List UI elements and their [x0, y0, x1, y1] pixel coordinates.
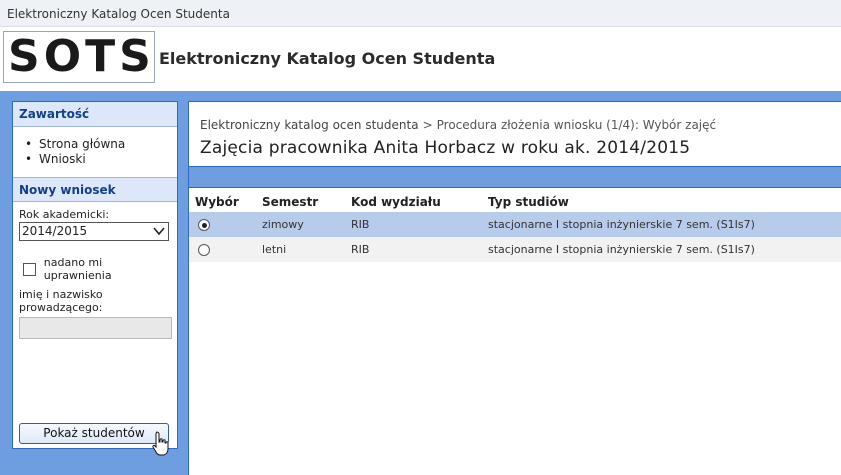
sidebar-heading-new-request: Nowy wniosek — [13, 177, 177, 202]
show-students-button[interactable]: Pokaż studentów — [19, 423, 169, 444]
semester-cell: letni — [262, 237, 351, 262]
academic-year-label: Rok akademicki: — [19, 208, 110, 221]
classes-table: Wybór Semestr Kod wydziału Typ studiów z… — [189, 188, 841, 262]
study-type-cell: stacjonarne I stopnia inżynierskie 7 sem… — [488, 237, 841, 262]
instructor-name-input[interactable] — [19, 317, 172, 339]
sidebar-item-home[interactable]: • Strona główna — [25, 137, 177, 152]
title-panel: Elektroniczny katalog ocen studenta > Proc… — [189, 101, 841, 167]
app-title: Elektroniczny Katalog Ocen Studenta — [159, 49, 496, 68]
bullet-icon: • — [25, 137, 33, 151]
permission-row: nadano mi uprawnienia — [19, 256, 171, 282]
column-header-study-type: Typ studiów — [488, 195, 569, 209]
classes-table-panel: Wybór Semestr Kod wydziału Typ studiów z… — [189, 187, 841, 475]
window-title: Elektroniczny Katalog Ocen Studenta — [7, 7, 230, 21]
bullet-icon: • — [25, 152, 33, 166]
select-cell — [189, 237, 262, 262]
row-radio-button[interactable] — [198, 243, 210, 256]
select-cell — [189, 212, 262, 237]
study-type-cell: stacjonarne I stopnia inżynierskie 7 sem… — [488, 212, 841, 237]
semester-cell: zimowy — [262, 212, 351, 237]
column-header-semester: Semestr — [262, 195, 319, 209]
table-row[interactable]: zimowy RIB stacjonarne I stopnia inżynie… — [189, 212, 841, 237]
sidebar-heading-contents: Zawartość — [13, 102, 177, 127]
main-content: Elektroniczny katalog ocen studenta > Proc… — [188, 101, 841, 475]
sidebar-item-label[interactable]: Wnioski — [39, 152, 86, 166]
breadcrumb-root-link[interactable]: Elektroniczny katalog ocen studenta — [200, 118, 419, 132]
permission-label: nadano mi uprawnienia — [43, 256, 112, 282]
table-row[interactable]: letni RIB stacjonarne I stopnia inżynier… — [189, 237, 841, 262]
column-header-select: Wybór — [195, 195, 239, 209]
sidebar: Zawartość • Strona główna • Wnioski Nowy w… — [12, 101, 178, 449]
faculty-code-cell: RIB — [351, 237, 488, 262]
academic-year-select[interactable]: 2014/2015 — [19, 222, 169, 241]
window-title-bar: Elektroniczny Katalog Ocen Studenta — [0, 0, 841, 27]
breadcrumb: Elektroniczny katalog ocen studenta > Proc… — [200, 118, 716, 132]
permission-checkbox[interactable] — [23, 262, 36, 276]
logo-text: SOTS — [8, 31, 155, 82]
sidebar-item-requests[interactable]: • Wnioski — [25, 152, 177, 167]
faculty-code-cell: RIB — [351, 212, 488, 237]
section-divider — [189, 167, 841, 187]
table-header-row: Wybór Semestr Kod wydziału Typ studiów — [189, 188, 841, 212]
page-title: Zajęcia pracownika Anita Horbacz w roku … — [200, 138, 691, 158]
sidebar-nav: • Strona główna • Wnioski — [13, 127, 177, 177]
academic-year-value: 2014/2015 — [22, 224, 88, 238]
hand-cursor-icon — [152, 431, 169, 456]
row-radio-button[interactable] — [198, 218, 210, 231]
sots-logo: SOTS — [3, 31, 155, 83]
breadcrumb-separator: > — [422, 118, 433, 132]
chevron-down-icon — [153, 227, 165, 236]
column-header-faculty-code: Kod wydziału — [351, 195, 441, 209]
page-header: SOTS Elektroniczny Katalog Ocen Studenta — [0, 27, 841, 91]
sidebar-item-label[interactable]: Strona główna — [39, 137, 125, 151]
breadcrumb-current: Procedura złożenia wniosku (1/4): Wybór … — [436, 118, 717, 132]
instructor-name-label: imię i nazwisko prowadzącego: — [19, 288, 103, 314]
